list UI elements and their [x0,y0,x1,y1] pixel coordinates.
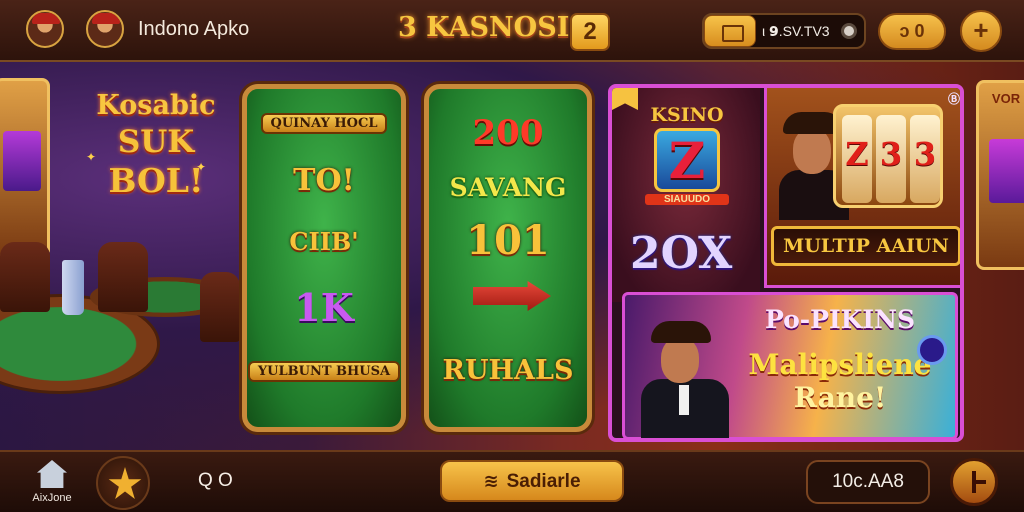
game-tile[interactable]: YULBUNT BHUSA [247,361,401,382]
info-icon[interactable]: Ⓑ [948,90,960,107]
game-tile[interactable]: 200 [429,113,587,153]
clock-icon [841,23,857,39]
nav-favorites[interactable] [96,456,150,510]
casino-title: KSINO [650,104,724,126]
friend-avatar[interactable] [86,10,124,48]
game-tile[interactable]: 101 [429,217,587,264]
host-figure [641,317,729,438]
background-slot-machine-left [0,78,50,258]
casino-badge: Z [654,128,720,192]
drink-glass [62,260,84,315]
chair [98,242,148,312]
promo-headline-line1: Kosabic [96,90,216,121]
home-icon [37,460,67,488]
game-card-2[interactable]: 200 SAVANG 101 RUHALS [424,84,592,432]
primary-action-label: Sadiarle [506,471,581,492]
casino-promo-tile[interactable]: KSINO Z SIAUUDO 2OX [612,88,760,302]
brand-title: 3 KASNOSI [398,12,570,43]
featured-title-line1: Po-PIKINS [765,305,915,334]
nav-home[interactable]: AixJone [26,458,78,510]
exit-button[interactable] [950,458,998,506]
sparkle-icon: ✦ [196,160,207,174]
balance-pill: ι 𝟵.SV.TV3 [702,13,866,49]
add-funds-button[interactable]: + [960,10,1002,52]
reel: 3 [876,115,906,203]
game-card-1[interactable]: QUINAY HOCL TO! CIIB' 1K YULBUNT BHUSA [242,84,406,432]
arrow-icon [473,281,551,311]
top-bar: Indono Apko 3 KASNOSI 2 ι 𝟵.SV.TV3 ɔ 0 + [0,0,1024,62]
casino-caption: SIAUUDO [645,194,729,205]
sparkle-icon: ✦ [86,150,97,164]
casino-logo: KSINO Z SIAUUDO [628,104,746,205]
game-tile[interactable]: TO! [247,163,401,198]
reel: 3 [910,115,940,203]
featured-promo-tile[interactable]: Po-PIKINS Malipsliene Rane! [622,292,958,438]
star-icon [108,467,142,499]
promo-headline-line2: SUK [117,124,195,160]
nav-search[interactable]: Q O [198,470,233,492]
wallet-icon[interactable] [704,15,756,47]
game-tile[interactable]: 1K [247,285,401,330]
featured-promo-title: Po-PIKINS Malipsliene Rane! [729,305,951,414]
app-name: Indono Apko [138,18,250,40]
promo-headline-line3: BOL! [108,161,204,200]
balance-value: ι 𝟵.SV.TV3 [762,23,830,39]
promo-panel[interactable]: KSINO Z SIAUUDO 2OX Ⓑ Z 3 3 MULTIP AAIUN [608,84,964,442]
chair [0,242,50,312]
background-slot-machine-right: VOR [976,80,1024,270]
primary-action-button[interactable]: ≋ Sadiarle [440,460,624,502]
slot-reels: Z 3 3 [833,104,943,208]
multiplier-value: 2OX [630,228,733,279]
slot-promo-tile[interactable]: Ⓑ Z 3 3 MULTIP AAIUN [764,88,960,288]
brand-badge: 2 [570,13,610,51]
wave-icon: ≋ [483,471,499,491]
game-tile[interactable]: SAVANG [429,173,587,202]
chip-icon [917,335,947,365]
casino-lobby-scene: VOR Kosabic SUK BOL! ✦ ✦ QUINAY HOCL TO!… [0,62,1024,450]
promo-headline: Kosabic SUK BOL! [76,92,236,197]
chair [200,272,240,342]
bottom-nav-bar: AixJone Q O ≋ Sadiarle 10c.AA8 [0,450,1024,512]
game-tile[interactable]: CIIB' [247,227,401,256]
machine-label: VOR [991,91,1021,106]
featured-title-line3: Rane! [793,381,887,414]
promo-banner: MULTIP AAIUN [771,226,960,266]
nav-home-label: AixJone [32,492,72,504]
game-tile[interactable]: RUHALS [429,355,587,386]
refresh-button[interactable]: ɔ 0 [878,13,946,50]
player-avatar[interactable] [26,10,64,48]
reel: Z [842,115,872,203]
bet-amount[interactable]: 10c.AA8 [806,460,930,504]
game-tile[interactable]: QUINAY HOCL [247,113,401,134]
